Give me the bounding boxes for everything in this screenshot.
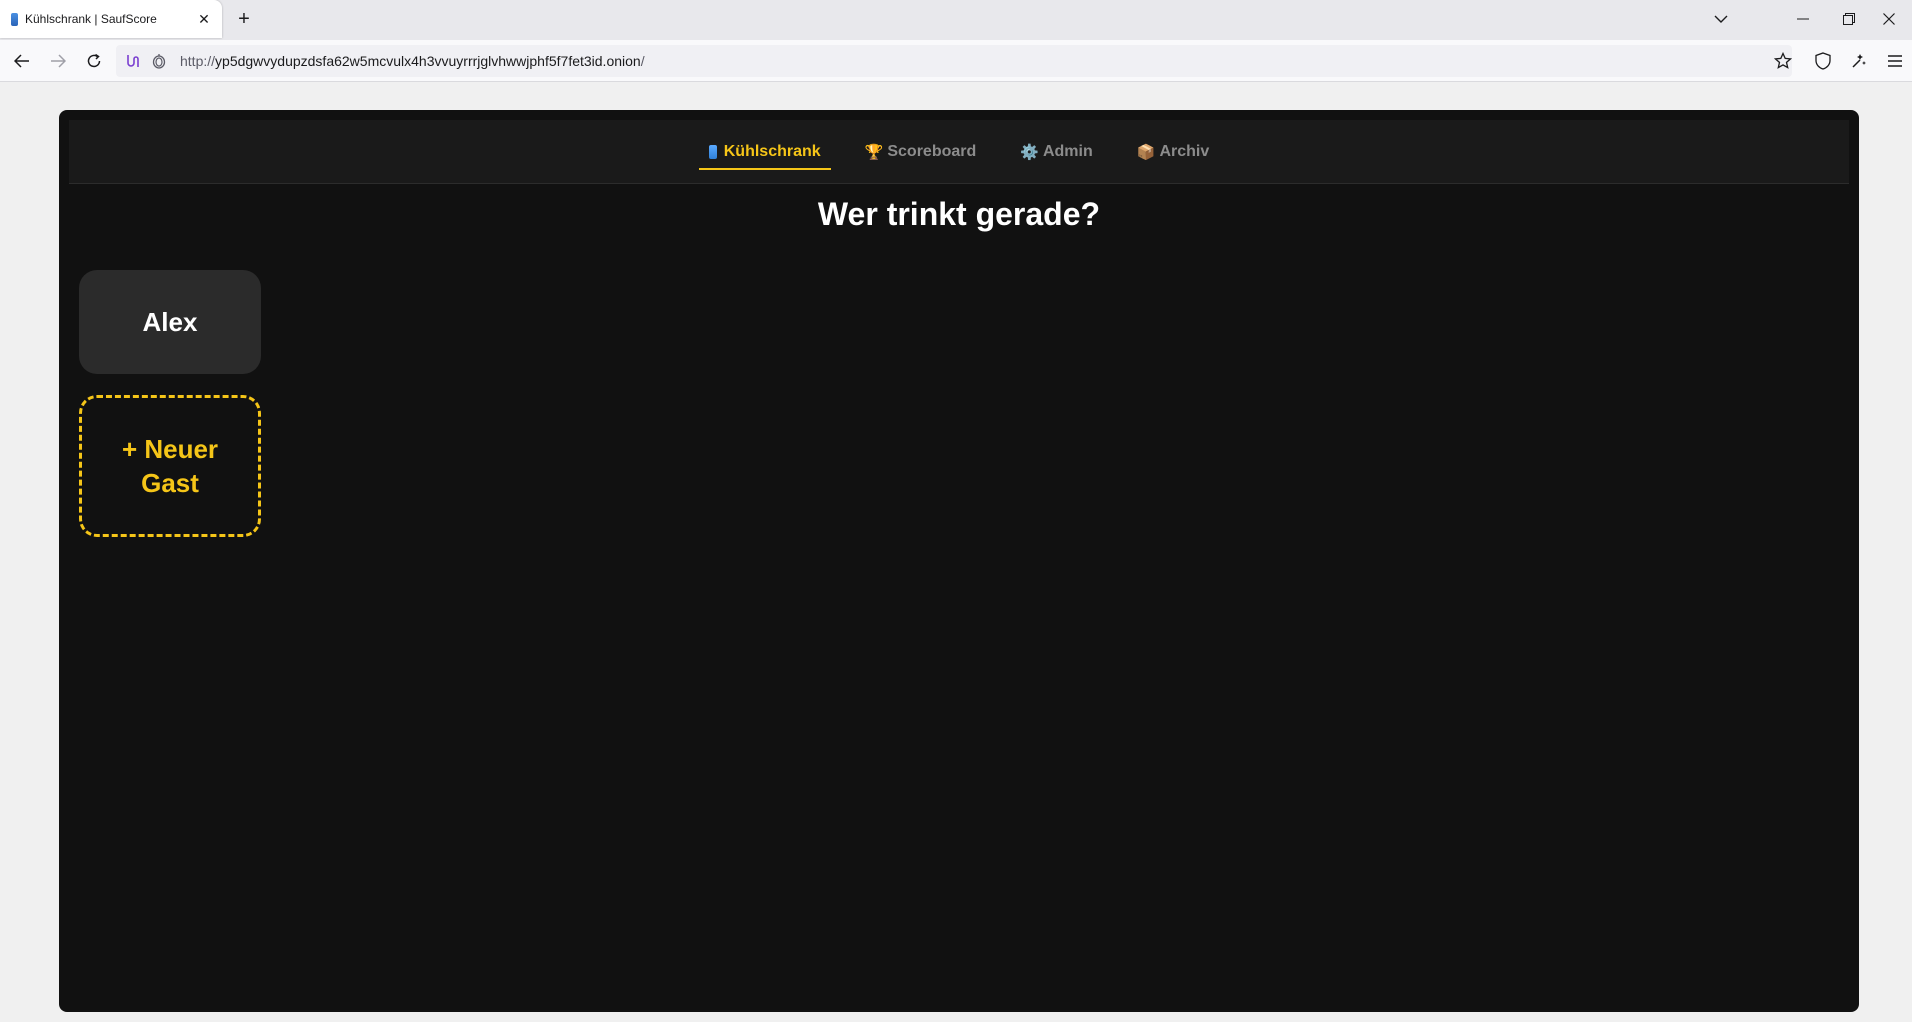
guest-card-alex[interactable]: Alex [79,270,261,374]
minimize-icon [1797,18,1809,20]
nav-tab-kuehlschrank[interactable]: Kühlschrank [698,134,831,170]
star-icon [1774,52,1792,69]
tab-title: Kühlschrank | SaufScore [25,12,157,26]
nav-tab-archiv[interactable]: 📦 Archiv [1127,134,1219,170]
app-container: Kühlschrank 🏆 Scoreboard ⚙️ Admin 📦 Arch… [59,110,1859,1012]
broom-sparkle-icon [1852,54,1866,68]
page-title: Wer trinkt gerade? [817,196,1101,232]
reload-icon [87,53,101,68]
arrow-left-icon [14,54,29,68]
security-level-button[interactable] [1812,50,1834,72]
nav-tab-admin[interactable]: ⚙️ Admin [1010,134,1102,170]
url-host: yp5dgwvydupzdsfa62w5mcvulx4h3vvuyrrrjglv… [215,53,641,69]
browser-tab[interactable]: Kühlschrank | SaufScore ✕ [0,0,222,38]
chevron-down-icon [1714,15,1728,23]
hamburger-menu-icon [1888,55,1902,67]
main-navigation: Kühlschrank 🏆 Scoreboard ⚙️ Admin 📦 Arch… [69,120,1849,184]
nav-tab-label: Kühlschrank [723,142,821,160]
package-icon: 📦 [1136,143,1156,161]
shield-icon [1815,52,1831,70]
add-guest-button[interactable]: + Neuer Gast [79,395,261,537]
bookmark-star-button[interactable] [1772,50,1794,72]
url-text[interactable]: http://yp5dgwvydupzdsfa62w5mcvulx4h3vvuy… [180,45,645,77]
tab-strip: Kühlschrank | SaufScore ✕ + [0,0,1912,40]
restore-icon [1843,13,1855,25]
tor-circuit-icon[interactable] [124,52,142,70]
trophy-icon: 🏆 [864,143,884,161]
close-icon [1883,13,1895,25]
new-identity-button[interactable] [1848,50,1870,72]
reload-button[interactable] [80,48,108,74]
fridge-icon [708,144,717,159]
minimize-button[interactable] [1780,0,1826,38]
fridge-favicon-icon [11,12,18,26]
address-bar[interactable]: http://yp5dgwvydupzdsfa62w5mcvulx4h3vvuy… [116,45,1792,77]
circuit-icon [127,55,139,67]
page-viewport: Kühlschrank 🏆 Scoreboard ⚙️ Admin 📦 Arch… [0,82,1912,1022]
nav-tab-label: Scoreboard [887,142,977,160]
list-all-tabs-button[interactable] [1710,8,1732,30]
forward-button[interactable] [44,48,72,74]
new-tab-button[interactable]: + [232,7,256,31]
url-scheme: http:// [180,53,216,69]
close-tab-icon[interactable]: ✕ [192,7,216,31]
onion-icon[interactable] [150,52,168,70]
onion-shape-icon [152,54,166,69]
nav-tab-label: Archiv [1159,142,1210,160]
nav-tab-label: Admin [1042,142,1093,160]
nav-tab-scoreboard[interactable]: 🏆 Scoreboard [855,134,987,170]
close-window-button[interactable] [1866,0,1912,38]
browser-toolbar: http://yp5dgwvydupzdsfa62w5mcvulx4h3vvuy… [0,40,1912,82]
back-button[interactable] [8,48,36,74]
gear-icon: ⚙️ [1020,143,1039,161]
url-path: / [640,53,645,69]
arrow-right-icon [51,54,66,68]
app-menu-button[interactable] [1884,50,1906,72]
